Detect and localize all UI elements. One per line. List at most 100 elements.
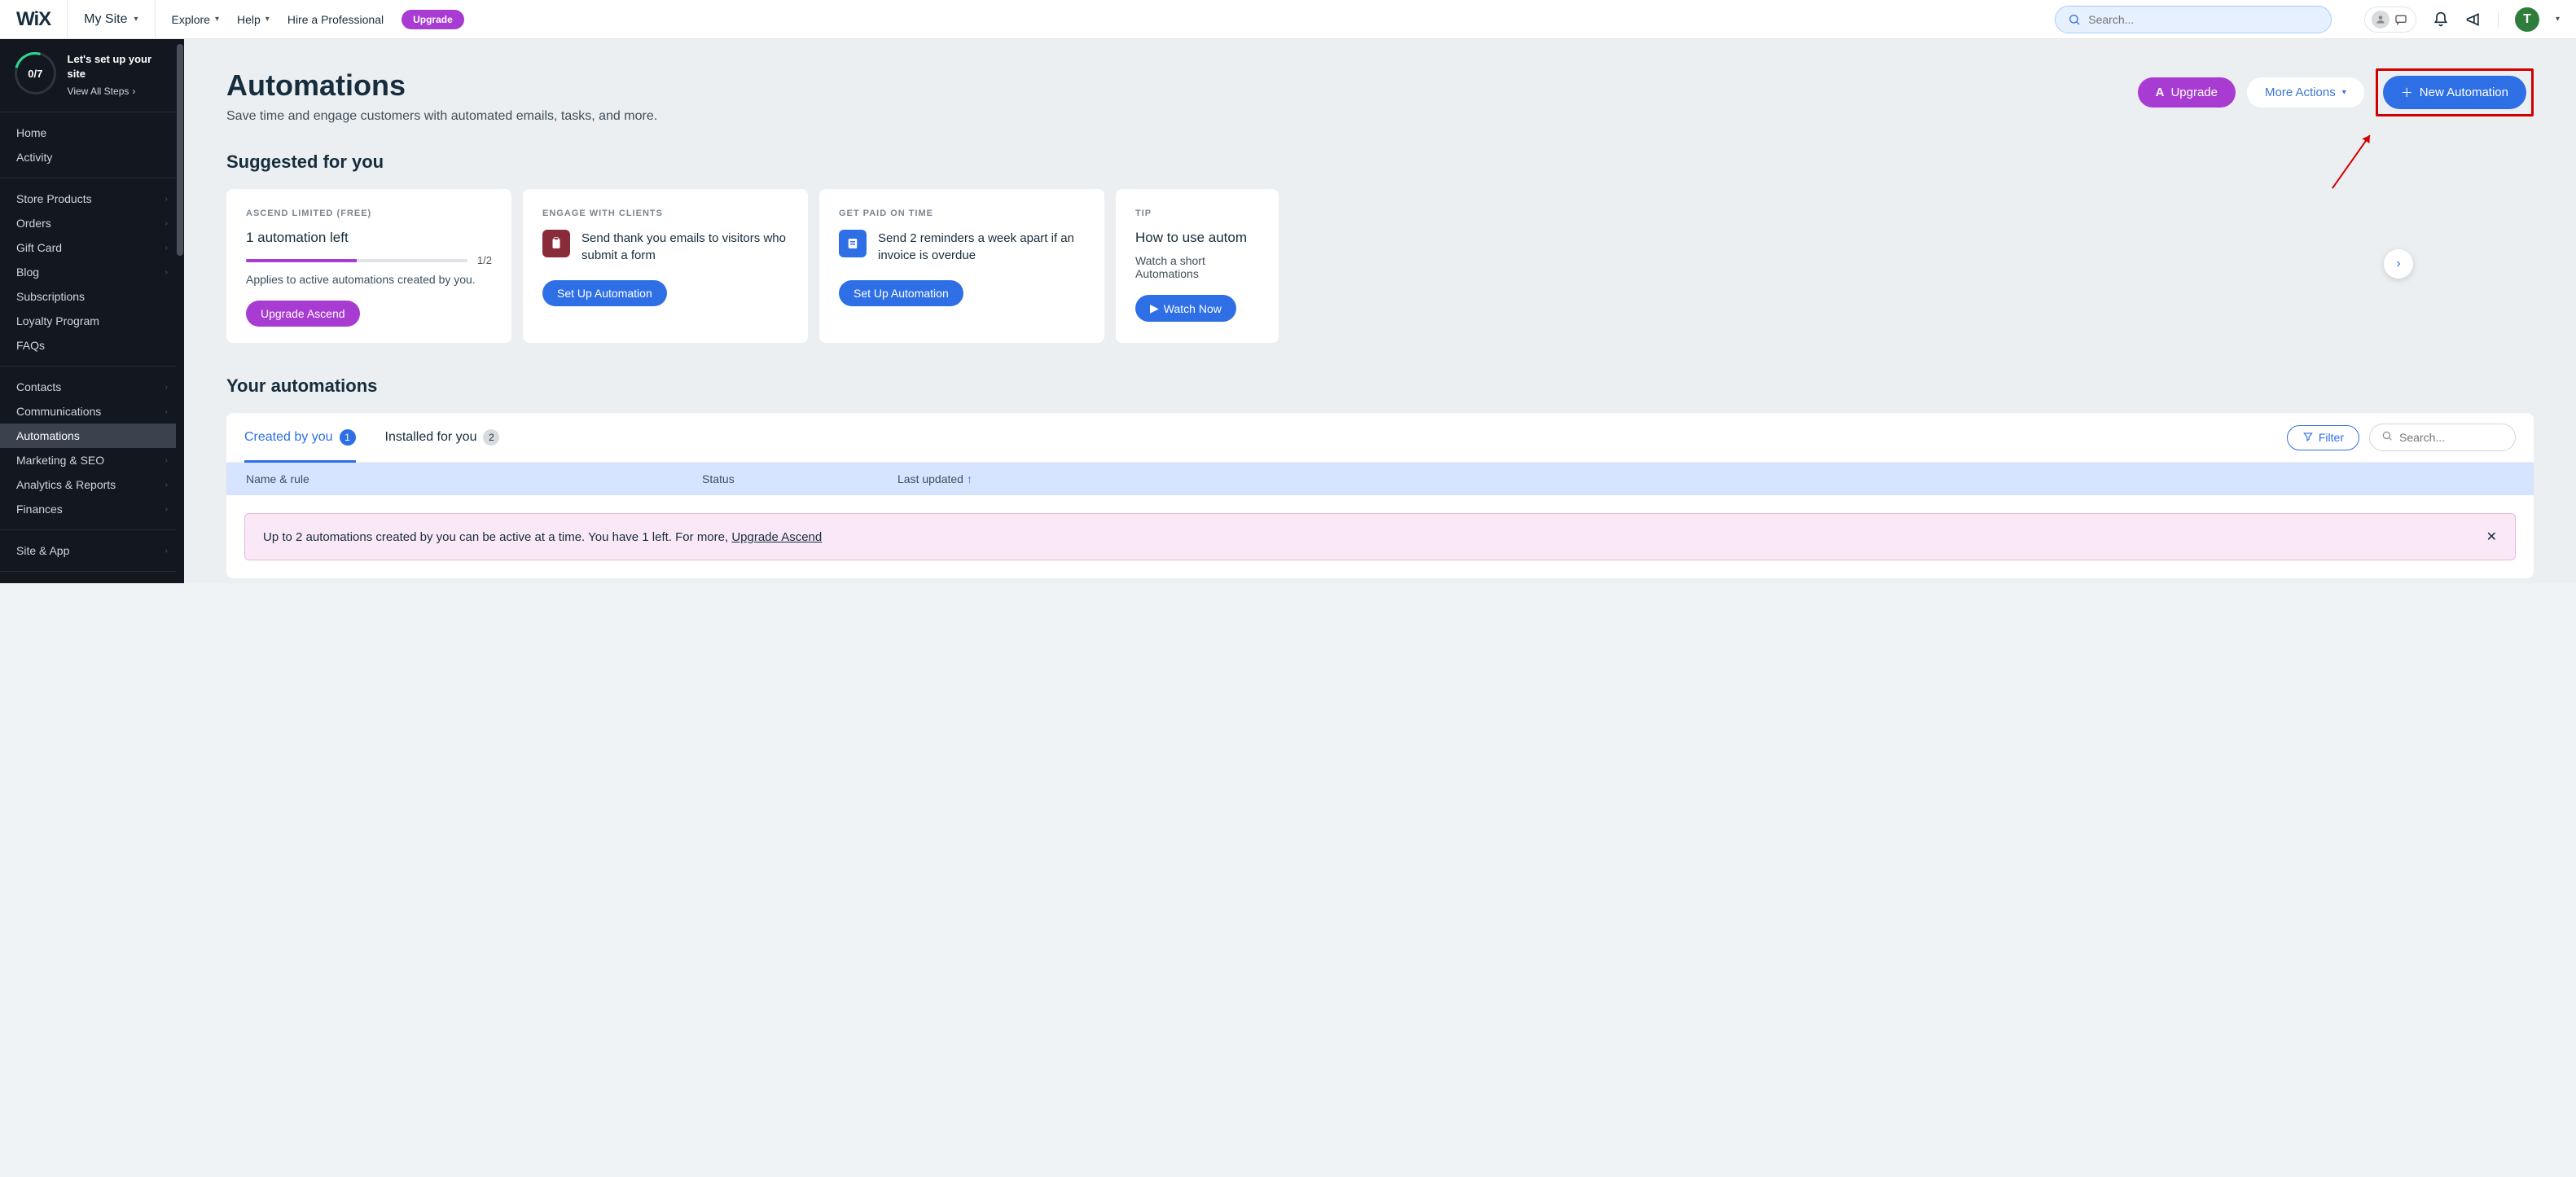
table-search[interactable] [2369, 424, 2516, 451]
nav-explore[interactable]: Explore ▾ [172, 13, 220, 26]
col-status[interactable]: Status [702, 472, 897, 485]
nav-help[interactable]: Help ▾ [237, 13, 270, 26]
card-engage-clients: ENGAGE WITH CLIENTS Send thank you email… [523, 189, 808, 343]
new-automation-button[interactable]: ＋ New Automation [2383, 76, 2526, 109]
table-header: Name & rule Status Last updated ↑ [226, 463, 2534, 495]
sidebar-item-analytics[interactable]: Analytics & Reports› [0, 472, 184, 497]
label: Marketing & SEO [16, 454, 104, 467]
watch-label: Watch Now [1164, 302, 1222, 315]
nav-explore-label: Explore [172, 13, 210, 26]
tab-label: Installed for you [385, 430, 477, 445]
header-actions: A Upgrade More Actions ▾ ＋ New Automatio… [2138, 68, 2534, 116]
label: Contacts [16, 380, 61, 393]
upgrade-pill[interactable]: Upgrade [402, 10, 464, 29]
label: Blog [16, 266, 39, 279]
your-automations-title: Your automations [226, 375, 2534, 397]
play-icon: ▶ [1150, 301, 1159, 315]
setup-progress-card[interactable]: 0/7 Let's set up your site View All Step… [0, 39, 184, 112]
notice-text: Up to 2 automations created by you can b… [263, 530, 731, 544]
label: Communications [16, 405, 101, 418]
plus-icon: ＋ [2401, 84, 2413, 101]
search-icon [2067, 11, 2082, 28]
label: Finances [16, 503, 63, 516]
page-title: Automations [226, 68, 657, 103]
sidebar-item-automations[interactable]: Automations [0, 424, 184, 448]
setup-title: Let's set up your site [68, 52, 169, 81]
upgrade-button[interactable]: A Upgrade [2138, 77, 2236, 108]
label: FAQs [16, 339, 45, 352]
sidebar-item-contacts[interactable]: Contacts› [0, 375, 184, 399]
upgrade-ascend-button[interactable]: Upgrade Ascend [246, 301, 360, 327]
sidebar-item-subscriptions[interactable]: Subscriptions [0, 284, 184, 309]
card-get-paid: GET PAID ON TIME Send 2 reminders a week… [819, 189, 1104, 343]
clipboard-icon [542, 230, 570, 257]
more-actions-button[interactable]: More Actions ▾ [2247, 77, 2364, 108]
tab-label: Created by you [244, 430, 333, 445]
nav-help-label: Help [237, 13, 261, 26]
tab-installed-for-you[interactable]: Installed for you 2 [385, 413, 500, 462]
divider [2498, 11, 2499, 29]
card-note: Applies to active automations created by… [246, 273, 492, 286]
suggested-cards: ASCEND LIMITED (FREE) 1 automation left … [226, 189, 2534, 343]
sidebar-item-orders[interactable]: Orders› [0, 211, 184, 235]
inbox-button[interactable] [2364, 7, 2416, 33]
suggested-title: Suggested for you [226, 152, 2534, 173]
chevron-right-icon: › [165, 195, 168, 204]
sidebar-item-marketing-seo[interactable]: Marketing & SEO › [0, 448, 184, 472]
filter-icon [2302, 431, 2314, 445]
filter-button[interactable]: Filter [2287, 425, 2359, 450]
upgrade-ascend-link[interactable]: Upgrade Ascend [731, 530, 822, 544]
automations-table: Created by you 1 Installed for you 2 Fil… [226, 413, 2534, 578]
sidebar-item-blog[interactable]: Blog› [0, 260, 184, 284]
main-content: Automations Save time and engage custome… [184, 39, 2576, 583]
wix-logo[interactable]: WiX [0, 8, 67, 31]
site-name: My Site [84, 12, 127, 27]
view-steps-label: View All Steps [68, 85, 129, 99]
sidebar-item-faqs[interactable]: FAQs [0, 333, 184, 358]
card-headline: 1 automation left [246, 230, 492, 246]
chevron-down-icon[interactable]: ▾ [2556, 15, 2560, 24]
megaphone-icon[interactable] [2465, 11, 2482, 28]
bell-icon[interactable] [2433, 11, 2449, 28]
label: Subscriptions [16, 290, 85, 303]
sidebar-scrollbar[interactable] [176, 39, 184, 583]
site-dropdown[interactable]: My Site ▾ [67, 0, 155, 39]
card-tip: TIP How to use autom Watch a short Autom… [1116, 189, 1279, 343]
sidebar-item-gift-card[interactable]: Gift Card› [0, 235, 184, 260]
sidebar-item-store-products[interactable]: Store Products › [0, 187, 184, 211]
scrollbar-thumb[interactable] [177, 44, 183, 256]
chevron-down-icon: ▾ [134, 15, 138, 24]
sidebar-item-communications[interactable]: Communications› [0, 399, 184, 424]
chevron-down-icon: ▾ [265, 15, 270, 24]
nav-section-3: Contacts› Communications› Automations Ma… [0, 367, 184, 530]
global-search[interactable] [2055, 6, 2332, 33]
col-name-rule[interactable]: Name & rule [246, 472, 702, 485]
close-icon[interactable]: ✕ [2486, 529, 2497, 545]
nav-section-2: Store Products › Orders› Gift Card› Blog›… [0, 178, 184, 367]
label: Activity [16, 151, 52, 164]
table-tabs: Created by you 1 Installed for you 2 Fil… [226, 413, 2534, 463]
sidebar-item-site-app[interactable]: Site & App› [0, 538, 184, 563]
nav-hire[interactable]: Hire a Professional [287, 13, 384, 26]
search-icon [2381, 430, 2393, 446]
setup-automation-button[interactable]: Set Up Automation [839, 280, 963, 306]
table-search-input[interactable] [2399, 431, 2504, 444]
sidebar-item-loyalty[interactable]: Loyalty Program [0, 309, 184, 333]
card-eyebrow: ENGAGE WITH CLIENTS [542, 209, 788, 218]
chevron-right-icon: › [165, 456, 168, 465]
global-search-input[interactable] [2088, 13, 2319, 26]
view-steps-link[interactable]: View All Steps › [68, 85, 169, 99]
page-header: Automations Save time and engage custome… [226, 68, 2534, 124]
tab-created-by-you[interactable]: Created by you 1 [244, 413, 356, 462]
col-last-updated[interactable]: Last updated ↑ [897, 472, 2514, 485]
progress-label: 1/2 [477, 254, 492, 266]
sidebar-item-home[interactable]: Home [0, 121, 184, 145]
carousel-next-button[interactable]: › [2384, 249, 2413, 279]
sidebar-item-finances[interactable]: Finances› [0, 497, 184, 521]
setup-automation-button[interactable]: Set Up Automation [542, 280, 667, 306]
user-avatar[interactable]: T [2515, 7, 2539, 32]
label: Store Products [16, 192, 92, 205]
sidebar-item-activity[interactable]: Activity [0, 145, 184, 169]
progress-bar [246, 259, 467, 262]
watch-now-button[interactable]: ▶ Watch Now [1135, 295, 1236, 322]
